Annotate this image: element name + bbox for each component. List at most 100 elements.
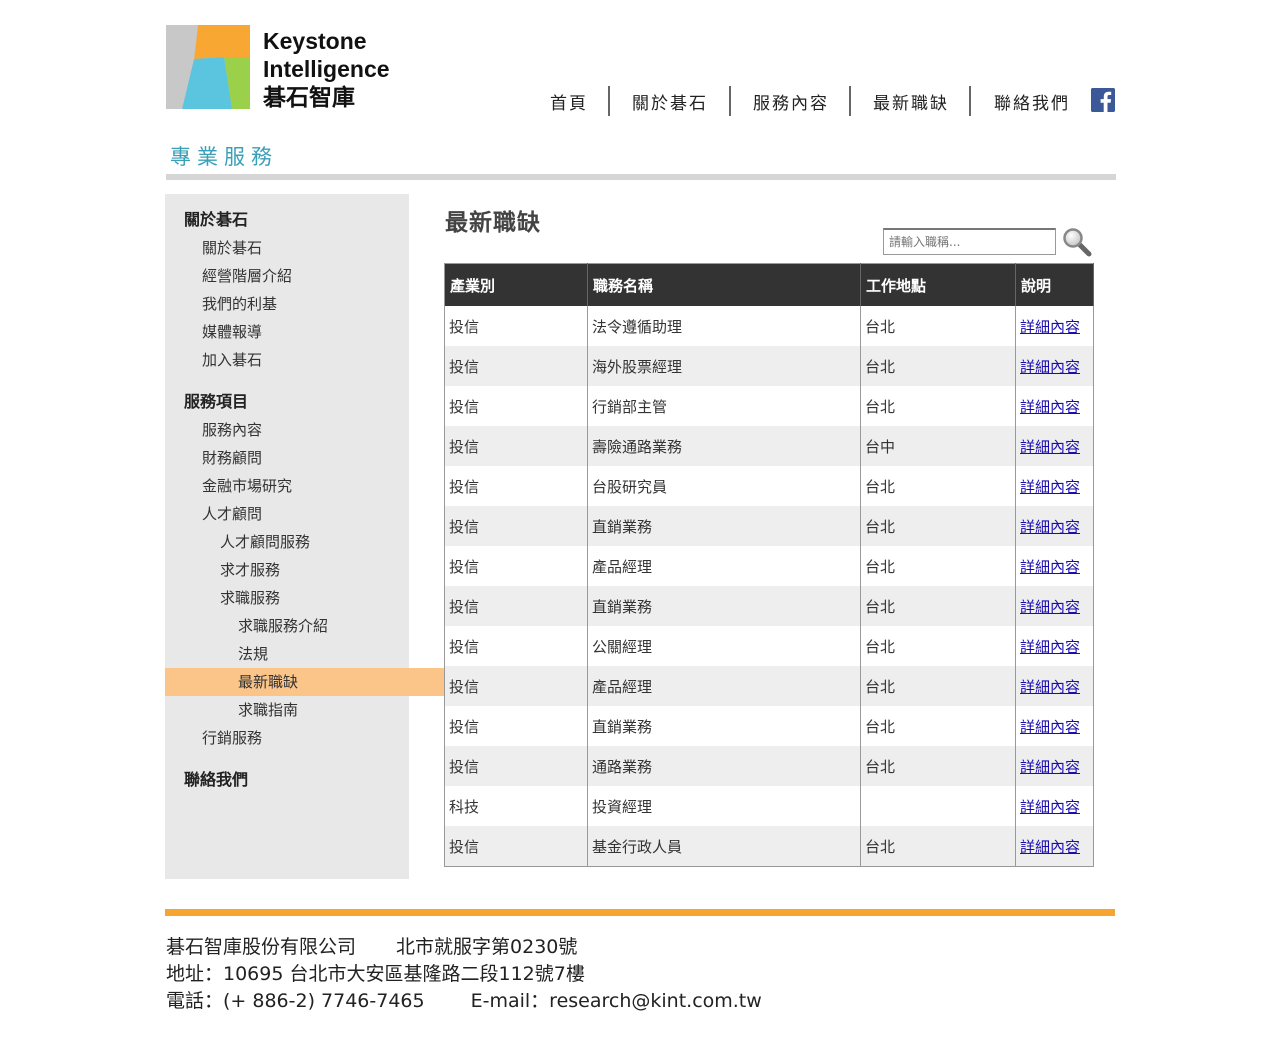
sidebar-item-media[interactable]: 媒體報導 xyxy=(165,318,446,346)
sidebar-item-job-seeking[interactable]: 求職服務 xyxy=(165,584,464,612)
details-link[interactable]: 詳細內容 xyxy=(1020,598,1080,616)
details-link[interactable]: 詳細內容 xyxy=(1020,478,1080,496)
nav-divider xyxy=(849,86,851,116)
sidebar: 關於碁石 關於碁石 經營階層介紹 我們的利基 媒體報導 加入碁石 服務項目 服務… xyxy=(165,194,482,879)
cell-location: 台北 xyxy=(860,386,1016,426)
details-link[interactable]: 詳細內容 xyxy=(1020,758,1080,776)
cell-details: 詳細內容 xyxy=(1015,506,1094,546)
sidebar-item-join[interactable]: 加入碁石 xyxy=(165,346,446,374)
sidebar-item-market-research[interactable]: 金融市場研究 xyxy=(165,472,446,500)
column-header-location: 工作地點 xyxy=(860,263,1016,306)
cell-location: 台北 xyxy=(860,346,1016,386)
cell-job-title: 投資經理 xyxy=(587,786,861,826)
sidebar-item-recruiting[interactable]: 求才服務 xyxy=(165,556,464,584)
sidebar-item-niche[interactable]: 我們的利基 xyxy=(165,290,446,318)
sidebar-item-about[interactable]: 關於碁石 xyxy=(165,234,446,262)
nav-link-about[interactable]: 關於碁石 xyxy=(632,89,708,114)
sidebar-item-marketing[interactable]: 行銷服務 xyxy=(165,724,446,752)
cell-industry: 投信 xyxy=(444,426,588,466)
details-link[interactable]: 詳細內容 xyxy=(1020,718,1080,736)
footer-contact: 電話：(+ 886-2) 7746-7465 E-mail：research@ki… xyxy=(166,986,762,1013)
cell-details: 詳細內容 xyxy=(1015,626,1094,666)
company-name: 碁石智庫股份有限公司 xyxy=(166,936,357,958)
nav-item-home: 首頁 xyxy=(550,86,588,116)
sidebar-item-management[interactable]: 經營階層介紹 xyxy=(165,262,446,290)
cell-details: 詳細內容 xyxy=(1015,386,1094,426)
keystone-logo[interactable] xyxy=(166,25,250,109)
details-link[interactable]: 詳細內容 xyxy=(1020,838,1080,856)
page-title: 最新職缺 xyxy=(445,210,541,236)
cell-location: 台北 xyxy=(860,746,1016,786)
column-header-job-title: 職務名稱 xyxy=(587,263,861,306)
table-row: 投信 海外股票經理 台北 詳細內容 xyxy=(444,346,1094,386)
footer-company: 碁石智庫股份有限公司 北市就服字第0230號 xyxy=(166,932,577,959)
table-row: 投信 壽險通路業務 台中 詳細內容 xyxy=(444,426,1094,466)
cell-industry: 投信 xyxy=(444,546,588,586)
nav-item-contact: 聯絡我們 xyxy=(994,86,1070,116)
sidebar-item-talent-advisory[interactable]: 人才顧問 xyxy=(165,500,446,528)
cell-job-title: 產品經理 xyxy=(587,546,861,586)
cell-industry: 投信 xyxy=(444,826,588,867)
table-row: 科技 投資經理 詳細內容 xyxy=(444,786,1094,826)
details-link[interactable]: 詳細內容 xyxy=(1020,318,1080,336)
cell-details: 詳細內容 xyxy=(1015,786,1094,826)
sidebar-heading-services[interactable]: 服務項目 xyxy=(165,388,428,416)
search-input[interactable] xyxy=(883,228,1056,255)
sidebar-item-job-seeking-intro[interactable]: 求職服務介紹 xyxy=(165,612,482,640)
cell-industry: 投信 xyxy=(444,746,588,786)
cell-location: 台北 xyxy=(860,826,1016,867)
details-link[interactable]: 詳細內容 xyxy=(1020,558,1080,576)
magnifier-icon[interactable] xyxy=(1062,227,1092,257)
cell-details: 詳細內容 xyxy=(1015,666,1094,706)
details-link[interactable]: 詳細內容 xyxy=(1020,518,1080,536)
sidebar-item-latest-jobs[interactable]: 最新職缺 xyxy=(165,668,482,696)
footer-email[interactable]: E-mail：research@kint.com.tw xyxy=(471,990,762,1012)
title-divider xyxy=(166,174,1116,180)
cell-industry: 投信 xyxy=(444,466,588,506)
sidebar-item-regulations[interactable]: 法規 xyxy=(165,640,482,668)
cell-location: 台北 xyxy=(860,306,1016,346)
cell-industry: 投信 xyxy=(444,626,588,666)
cell-job-title: 產品經理 xyxy=(587,666,861,706)
details-link[interactable]: 詳細內容 xyxy=(1020,438,1080,456)
cell-job-title: 公關經理 xyxy=(587,626,861,666)
nav-link-services[interactable]: 服務內容 xyxy=(753,89,829,114)
cell-industry: 投信 xyxy=(444,706,588,746)
cell-details: 詳細內容 xyxy=(1015,546,1094,586)
cell-job-title: 通路業務 xyxy=(587,746,861,786)
cell-location xyxy=(860,786,1016,826)
nav-item-jobs: 最新職缺 xyxy=(873,86,949,116)
cell-details: 詳細內容 xyxy=(1015,466,1094,506)
sidebar-item-talent-service[interactable]: 人才顧問服務 xyxy=(165,528,464,556)
cell-location: 台北 xyxy=(860,666,1016,706)
sidebar-item-financial-advisory[interactable]: 財務顧問 xyxy=(165,444,446,472)
table-row: 投信 行銷部主管 台北 詳細內容 xyxy=(444,386,1094,426)
facebook-icon[interactable] xyxy=(1091,88,1115,112)
cell-details: 詳細內容 xyxy=(1015,586,1094,626)
sidebar-item-service-content[interactable]: 服務內容 xyxy=(165,416,446,444)
table-row: 投信 法令遵循助理 台北 詳細內容 xyxy=(444,306,1094,346)
table-row: 投信 直銷業務 台北 詳細內容 xyxy=(444,586,1094,626)
cell-details: 詳細內容 xyxy=(1015,306,1094,346)
sidebar-heading-contact[interactable]: 聯絡我們 xyxy=(165,766,428,794)
details-link[interactable]: 詳細內容 xyxy=(1020,398,1080,416)
nav-link-home[interactable]: 首頁 xyxy=(550,89,588,114)
details-link[interactable]: 詳細內容 xyxy=(1020,678,1080,696)
jobs-table-body: 投信 法令遵循助理 台北 詳細內容 投信 海外股票經理 台北 詳細內容 投信 行銷部主管 台北 詳細內… xyxy=(444,306,1094,867)
cell-job-title: 直銷業務 xyxy=(587,706,861,746)
cell-industry: 投信 xyxy=(444,586,588,626)
cell-job-title: 壽險通路業務 xyxy=(587,426,861,466)
details-link[interactable]: 詳細內容 xyxy=(1020,798,1080,816)
nav-link-contact[interactable]: 聯絡我們 xyxy=(994,89,1070,114)
column-header-industry: 產業別 xyxy=(444,263,588,306)
brand-name-en-1: Keystone xyxy=(263,28,367,54)
details-link[interactable]: 詳細內容 xyxy=(1020,638,1080,656)
cell-job-title: 海外股票經理 xyxy=(587,346,861,386)
table-row: 投信 通路業務 台北 詳細內容 xyxy=(444,746,1094,786)
cell-details: 詳細內容 xyxy=(1015,826,1094,867)
cell-location: 台北 xyxy=(860,466,1016,506)
sidebar-item-job-guide[interactable]: 求職指南 xyxy=(165,696,482,724)
details-link[interactable]: 詳細內容 xyxy=(1020,358,1080,376)
nav-link-jobs[interactable]: 最新職缺 xyxy=(873,89,949,114)
sidebar-heading-about[interactable]: 關於碁石 xyxy=(165,206,428,234)
